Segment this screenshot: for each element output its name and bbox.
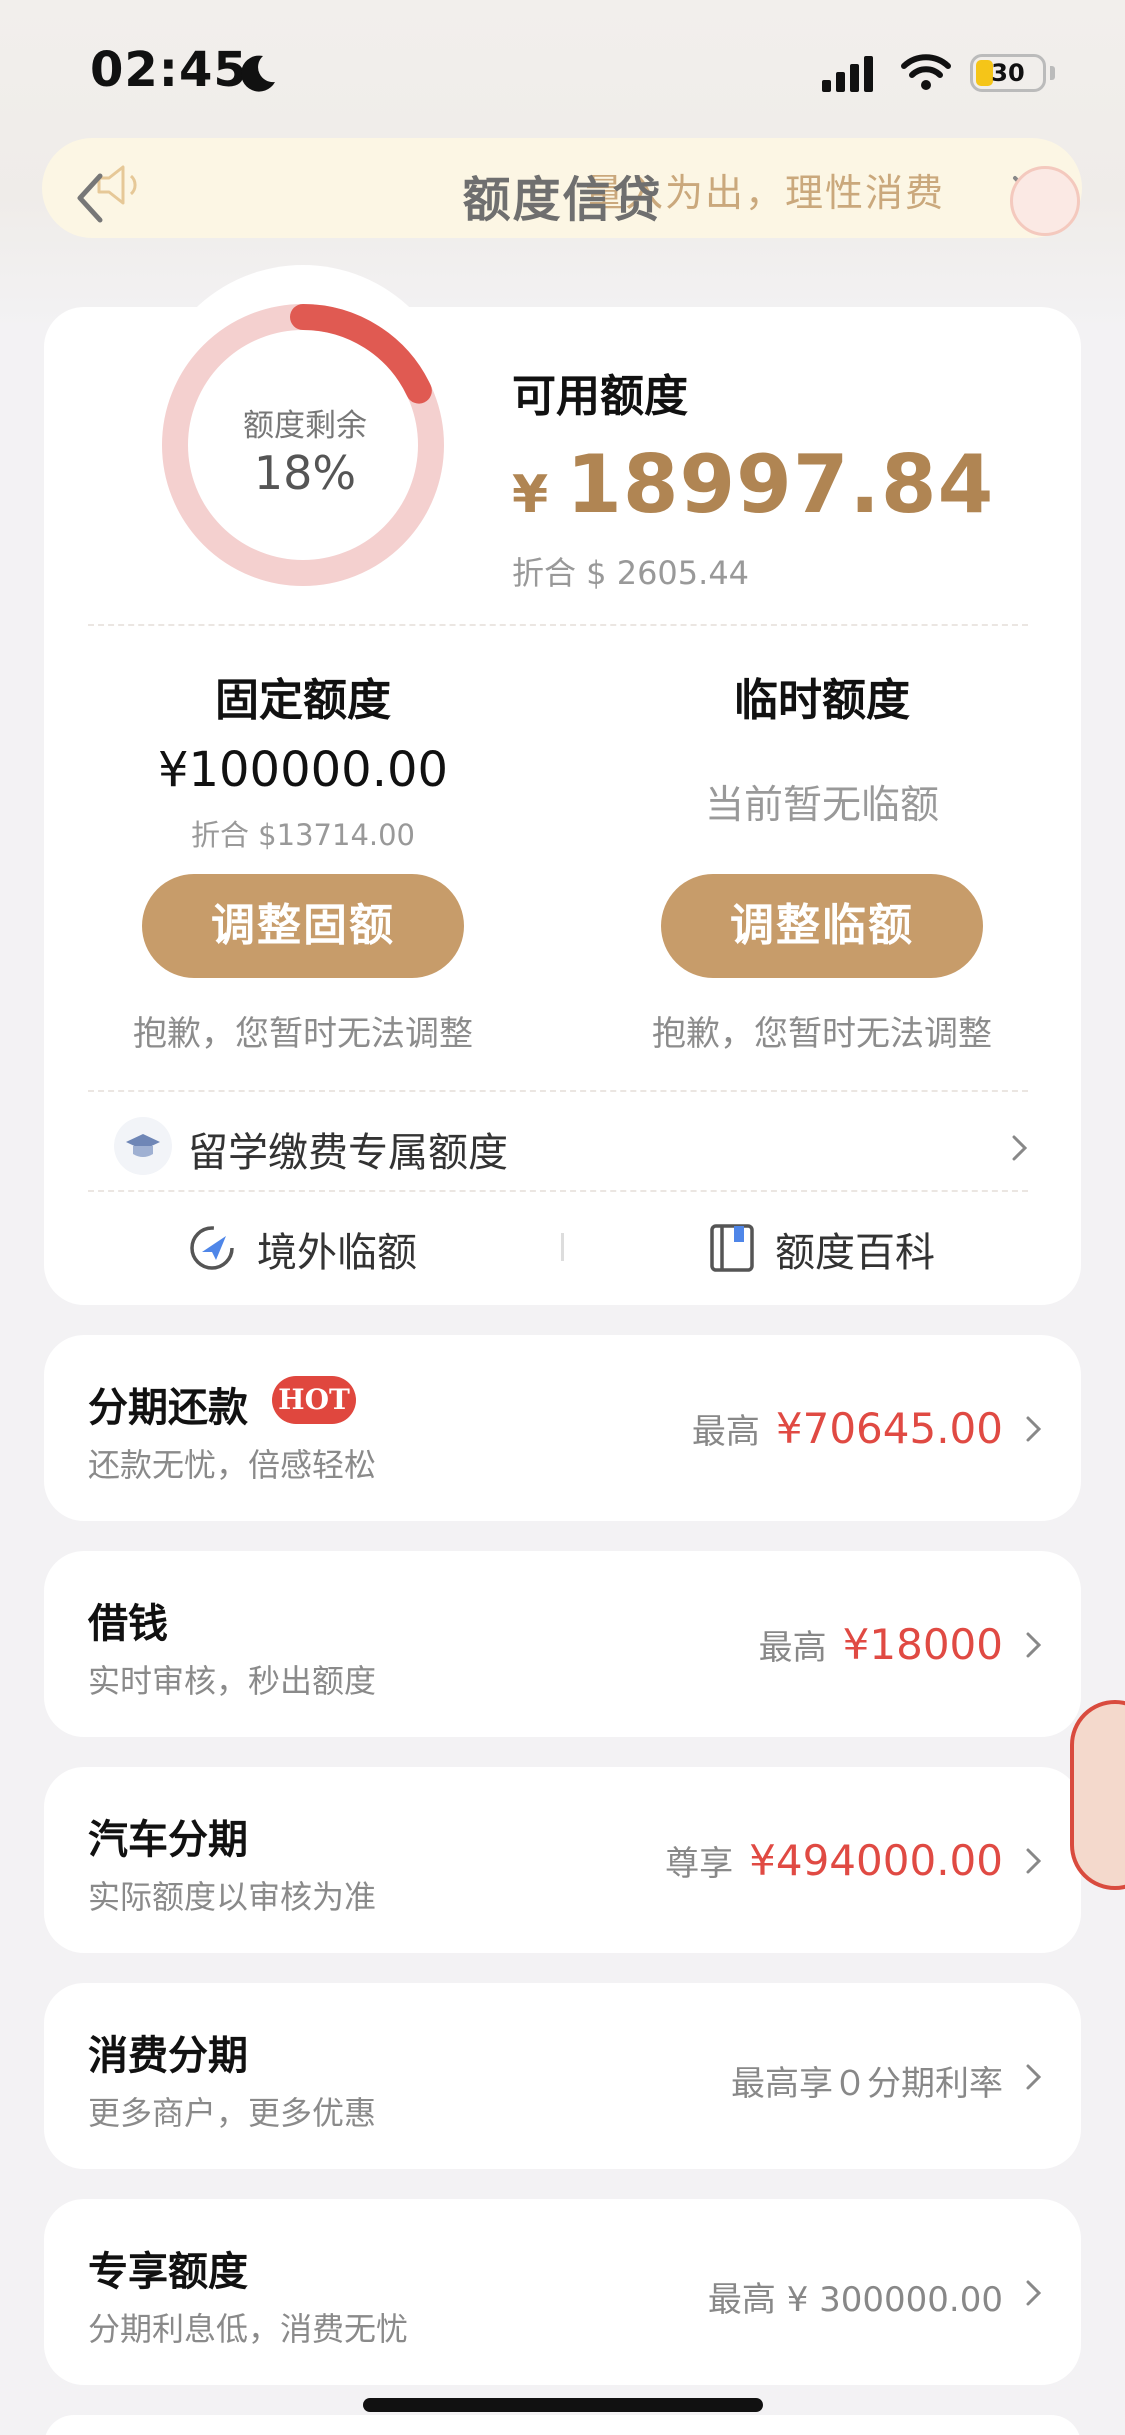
- available-credit-amount: ¥18997.84: [512, 438, 994, 531]
- credit-wiki-link[interactable]: 额度百科: [775, 1220, 935, 1278]
- chevron-right-icon: [1026, 1632, 1042, 1658]
- list-item-title: 消费分期: [88, 2033, 248, 2079]
- temporary-credit-title: 临时额度: [734, 675, 910, 726]
- value-amount: ¥494000.00: [749, 1836, 1003, 1885]
- list-item-subtitle: 实时审核，秒出额度: [88, 1662, 377, 1700]
- value-amount: ¥18000: [842, 1620, 1003, 1669]
- available-credit-title: 可用额度: [512, 371, 688, 422]
- battery-text: 30: [991, 59, 1025, 87]
- list-item-subtitle: 更多商户，更多优惠: [88, 2094, 377, 2132]
- fixed-credit-usd: 折合 $13714.00: [190, 818, 416, 852]
- list-item-value: 最高 ¥70645.00: [692, 1404, 1003, 1453]
- status-time: 02:45: [90, 42, 248, 98]
- home-indicator: [363, 2398, 763, 2412]
- book-icon: [710, 1224, 754, 1272]
- graduation-cap-icon: [114, 1117, 172, 1175]
- list-item-value: 最高 ¥ 300000.00: [707, 2280, 1003, 2320]
- divider: [88, 1090, 1028, 1092]
- chevron-right-icon: [1026, 2064, 1042, 2090]
- list-item-value: 最高享０分期利率: [731, 2064, 1003, 2104]
- list-item-value: 尊享 ¥494000.00: [665, 1836, 1003, 1885]
- temporary-credit-status: 当前暂无临额: [704, 783, 939, 828]
- currency-symbol: ¥: [512, 465, 549, 525]
- list-item-subtitle: 还款无忧，倍感轻松: [88, 1446, 377, 1484]
- remaining-ring-chart: [162, 304, 444, 586]
- wifi-icon: [901, 54, 951, 90]
- floating-mascot-icon[interactable]: [1070, 1700, 1125, 1890]
- value-amount: ¥70645.00: [775, 1404, 1003, 1453]
- fixed-adjust-note: 抱歉，您暂时无法调整: [133, 1014, 473, 1054]
- value-prefix: 最高: [758, 1628, 827, 1668]
- hot-badge: HOT: [272, 1376, 356, 1424]
- chevron-right-icon: [1026, 2280, 1042, 2306]
- list-item-title: 汽车分期: [88, 1817, 248, 1863]
- chevron-right-icon: [1026, 1416, 1042, 1442]
- cellular-signal-icon: [822, 56, 873, 92]
- list-item-title: 专享额度: [88, 2249, 248, 2295]
- adjust-fixed-button[interactable]: 调整固额: [142, 874, 464, 978]
- list-item-value: 最高 ¥18000: [759, 1620, 1003, 1669]
- moon-icon: [241, 55, 275, 92]
- divider: [88, 1190, 1028, 1192]
- battery-nub: [1050, 66, 1055, 80]
- ring-label: 额度剩余: [243, 408, 367, 444]
- plane-icon: [190, 1226, 234, 1270]
- temporary-adjust-note: 抱歉，您暂时无法调整: [652, 1014, 992, 1054]
- page-title: 额度信贷: [462, 172, 663, 228]
- mascot-icon[interactable]: [1010, 166, 1080, 236]
- list-item-title: 借钱: [88, 1601, 168, 1647]
- overseas-temp-credit-link[interactable]: 境外临额: [257, 1220, 417, 1278]
- list-item-subtitle: 分期利息低，消费无忧: [88, 2310, 409, 2348]
- value-prefix: 尊享: [665, 1844, 734, 1884]
- list-item-title: 分期还款: [88, 1385, 248, 1431]
- chevron-right-icon: [1026, 1848, 1042, 1874]
- fixed-credit-title: 固定额度: [215, 675, 391, 726]
- list-item-subtitle: 实际额度以审核为准: [88, 1878, 377, 1916]
- adjust-temporary-button[interactable]: 调整临额: [661, 874, 983, 978]
- next-card-peek: [44, 2415, 1081, 2435]
- ring-percent: 18%: [253, 446, 357, 500]
- study-abroad-credit-label: 留学缴费专属额度: [188, 1130, 508, 1176]
- fixed-credit-amount: ¥100000.00: [157, 742, 449, 798]
- value-prefix: 最高: [691, 1412, 760, 1452]
- divider: [88, 624, 1028, 626]
- chevron-right-icon: [1012, 1135, 1028, 1161]
- available-amount-value: 18997.84: [566, 438, 995, 531]
- battery-icon: 30: [970, 54, 1046, 92]
- link-divider: [561, 1233, 564, 1261]
- available-credit-usd: 折合 $ 2605.44: [512, 554, 750, 592]
